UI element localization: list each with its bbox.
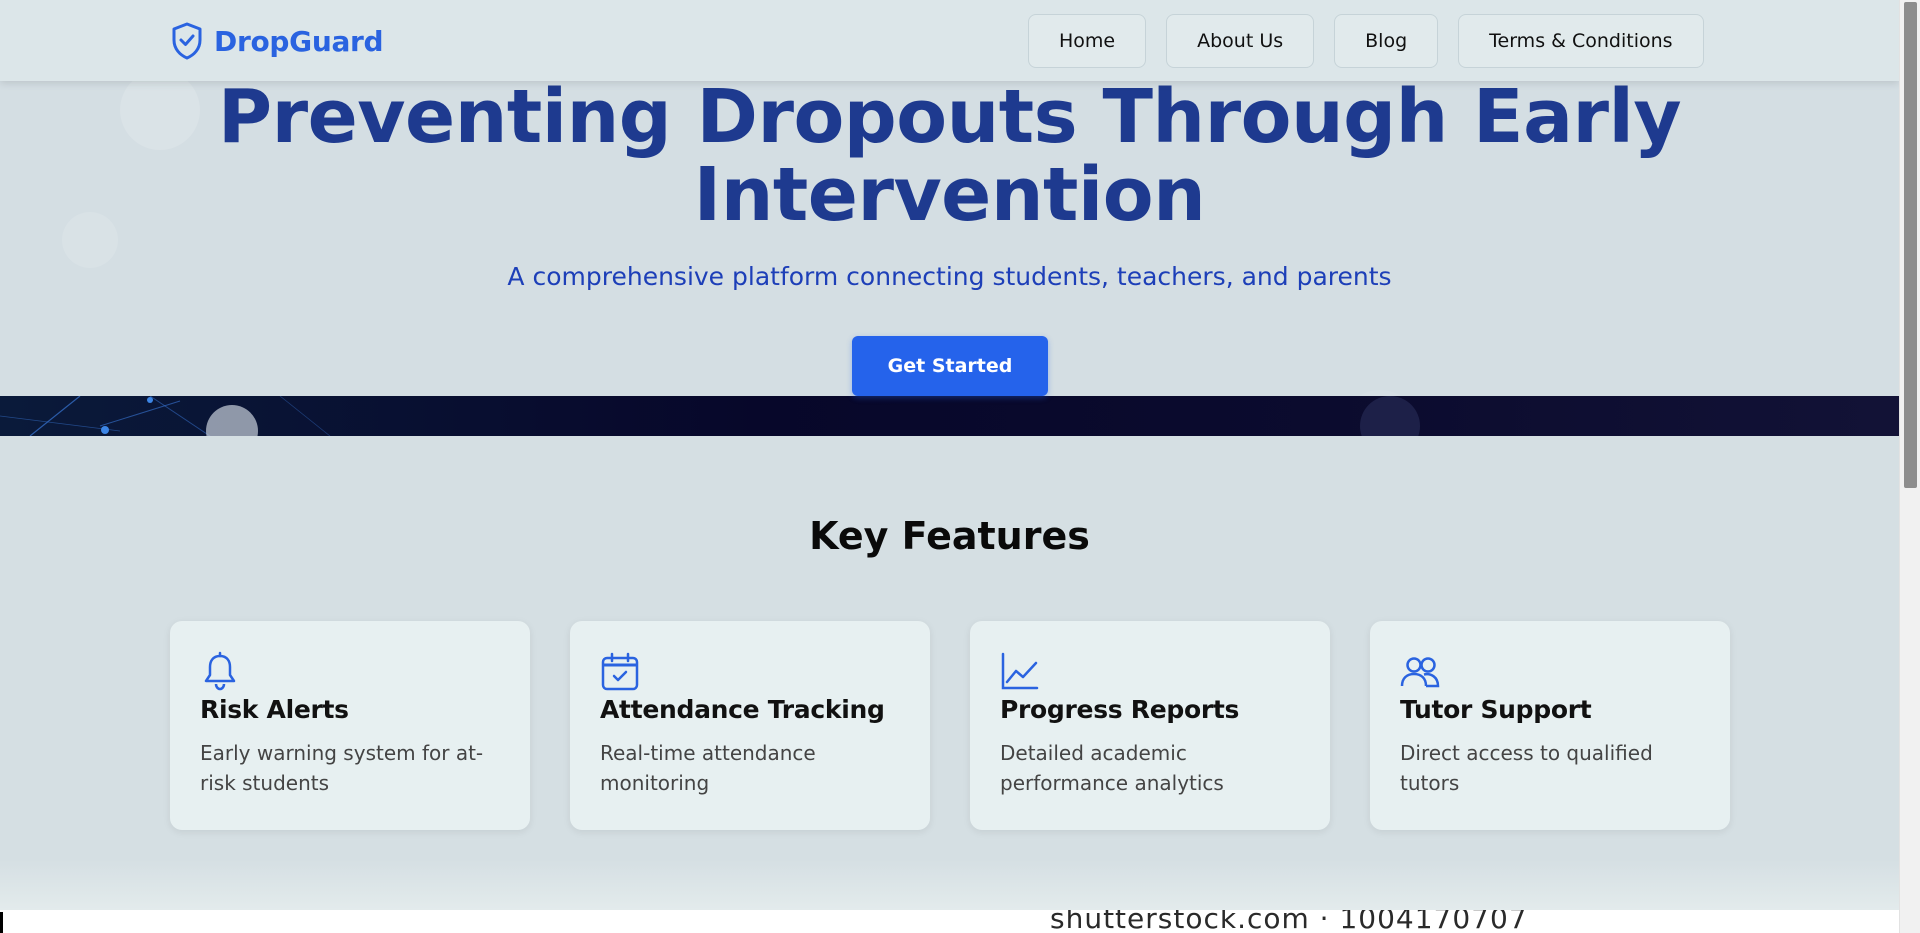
shield-check-icon <box>172 22 202 60</box>
bell-icon <box>204 651 236 691</box>
feature-card-risk-alerts: Risk Alerts Early warning system for at-… <box>170 621 530 830</box>
hero-title-line-2: Intervention <box>693 152 1206 238</box>
feature-card-progress-reports: Progress Reports Detailed academic perfo… <box>970 621 1330 830</box>
main-nav: Home About Us Blog Terms & Conditions <box>1028 14 1704 68</box>
feature-card-desc: Real-time attendance monitoring <box>600 741 816 795</box>
feature-card-desc: Early warning system for at-risk student… <box>200 741 484 795</box>
watermark-text: shutterstock.com · 1004170707 <box>1050 910 1528 933</box>
nav-blog[interactable]: Blog <box>1334 14 1439 68</box>
network-lines-decoration <box>0 396 1420 436</box>
users-icon <box>1400 657 1440 688</box>
feature-cards: Risk Alerts Early warning system for at-… <box>170 621 1730 830</box>
feature-card-desc: Direct access to qualified tutors <box>1400 741 1653 795</box>
hero-subtitle: A comprehensive platform connecting stud… <box>507 262 1392 291</box>
feature-card-title: Attendance Tracking <box>600 695 885 724</box>
get-started-button[interactable]: Get Started <box>852 336 1048 396</box>
hero-title: Preventing Dropouts Through Early Interv… <box>0 78 1899 234</box>
brand-logo[interactable]: DropGuard <box>170 19 384 63</box>
brand-name: DropGuard <box>214 24 384 58</box>
feature-card-title: Progress Reports <box>1000 695 1240 724</box>
nav-about-us[interactable]: About Us <box>1166 14 1315 68</box>
hero-title-line-1: Preventing Dropouts Through Early <box>217 74 1682 160</box>
section-fade <box>0 860 1899 910</box>
features-title: Key Features <box>809 514 1090 558</box>
text-cursor <box>0 912 3 933</box>
image-watermark-strip: shutterstock.com · 1004170707 <box>0 910 1899 933</box>
top-navbar: DropGuard Home About Us Blog Terms & Con… <box>0 0 1899 81</box>
feature-card-attendance-tracking: Attendance Tracking Real-time attendance… <box>570 621 930 830</box>
feature-card-title: Tutor Support <box>1400 695 1592 724</box>
feature-card-title: Risk Alerts <box>200 695 349 724</box>
nav-home[interactable]: Home <box>1028 14 1147 68</box>
calendar-check-icon <box>601 652 639 691</box>
chart-line-icon <box>1001 652 1039 690</box>
feature-card-tutor-support: Tutor Support Direct access to qualified… <box>1370 621 1730 830</box>
scrollbar-thumb[interactable] <box>1904 2 1917 488</box>
page-viewport: DropGuard Home About Us Blog Terms & Con… <box>0 0 1899 933</box>
page-scrollbar[interactable] <box>1899 0 1920 933</box>
feature-card-desc: Detailed academic performance analytics <box>1000 741 1224 795</box>
network-banner-strip <box>0 396 1899 436</box>
nav-terms-conditions[interactable]: Terms & Conditions <box>1458 14 1704 68</box>
